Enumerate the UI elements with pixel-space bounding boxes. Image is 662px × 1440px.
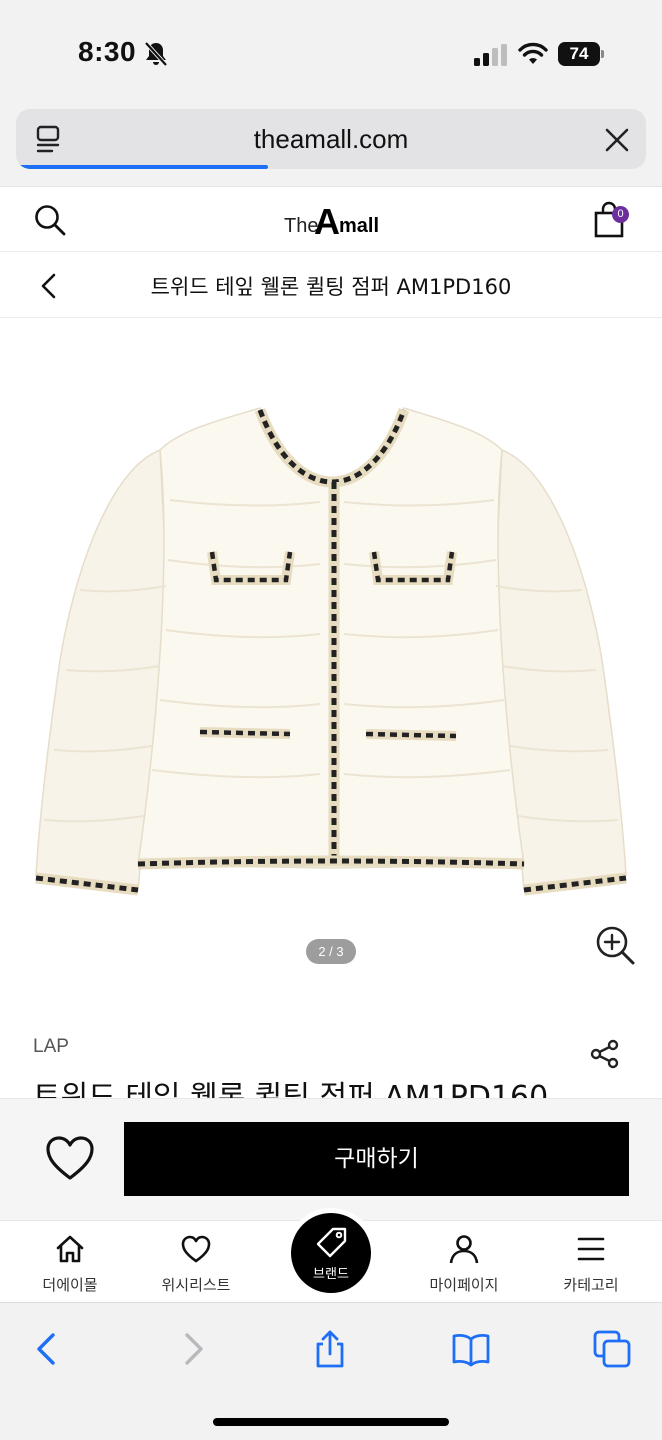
battery-level: 74 [558,42,600,66]
nav-item-brand[interactable]: 브랜드 [291,1213,371,1293]
product-name-text: 트위드 테잎 웰론 퀼팅 점퍼 AM1PD160 [33,1080,549,1100]
bookmarks-icon[interactable] [451,1329,491,1369]
nav-label-mypage: 마이페이지 [429,1276,499,1294]
menu-icon [577,1237,605,1261]
page-title: 트위드 테잎 웰론 퀼팅 점퍼 AM1PD160 [150,275,512,299]
wifi-icon [518,42,548,64]
heart-icon [181,1235,211,1263]
screen: 8:30 74 theamall.com The A mall 0 트위드 테잎… [0,0,662,1440]
purchase-bar: 구매하기 [0,1098,662,1222]
logo-mall: mall [339,215,380,237]
home-indicator [213,1418,449,1426]
nav-label-brand: 브랜드 [313,1267,349,1282]
page-load-progress [16,165,268,169]
search-icon[interactable] [33,203,67,237]
buy-button[interactable]: 구매하기 [124,1122,629,1196]
nav-label-category: 카테고리 [563,1276,619,1294]
close-icon[interactable] [604,127,630,153]
back-arrow-icon[interactable] [28,1329,68,1369]
nav-label-wishlist: 위시리스트 [161,1276,231,1294]
status-time: 8:30 [78,36,137,67]
tabs-icon[interactable] [592,1329,632,1369]
cart-count-badge: 0 [612,206,629,223]
cellular-signal-icon [474,44,507,66]
nav-label-home: 더에이몰 [42,1276,98,1294]
product-name: 트위드 테잎 웰론 퀼팅 점퍼 AM1PD160 [33,1078,633,1100]
forward-arrow-icon[interactable] [172,1329,212,1369]
url-text[interactable]: theamall.com [16,124,646,155]
nav-item-wishlist[interactable]: 위시리스트 [136,1221,256,1303]
bell-slash-icon [144,41,168,67]
page-load-progress-track [16,165,646,169]
nav-item-home[interactable]: 더에이몰 [10,1221,130,1303]
title-bar: 트위드 테잎 웰론 퀼팅 점퍼 AM1PD160 [0,252,662,318]
browser-toolbar [0,1302,662,1440]
zoom-in-icon[interactable] [594,924,636,966]
nav-item-category[interactable]: 카테고리 [531,1221,651,1303]
share-icon[interactable] [310,1329,350,1369]
nav-item-mypage[interactable]: 마이페이지 [404,1221,524,1303]
browser-address-area: theamall.com [0,100,662,186]
person-icon [449,1235,479,1264]
image-pager: 2 / 3 [306,939,356,964]
wishlist-heart-button[interactable] [44,1133,96,1185]
product-image[interactable] [20,330,642,930]
tag-icon [316,1227,347,1258]
home-icon [56,1235,84,1263]
share-nodes-icon[interactable] [589,1038,621,1070]
product-brand[interactable]: LAP [33,1036,69,1058]
battery-icon: 74 [558,42,606,66]
site-header: The A mall [0,186,662,252]
status-bar: 8:30 74 [0,0,662,100]
logo-a: A [314,201,340,242]
url-bar[interactable]: theamall.com [16,109,646,169]
battery-tip [601,50,604,58]
